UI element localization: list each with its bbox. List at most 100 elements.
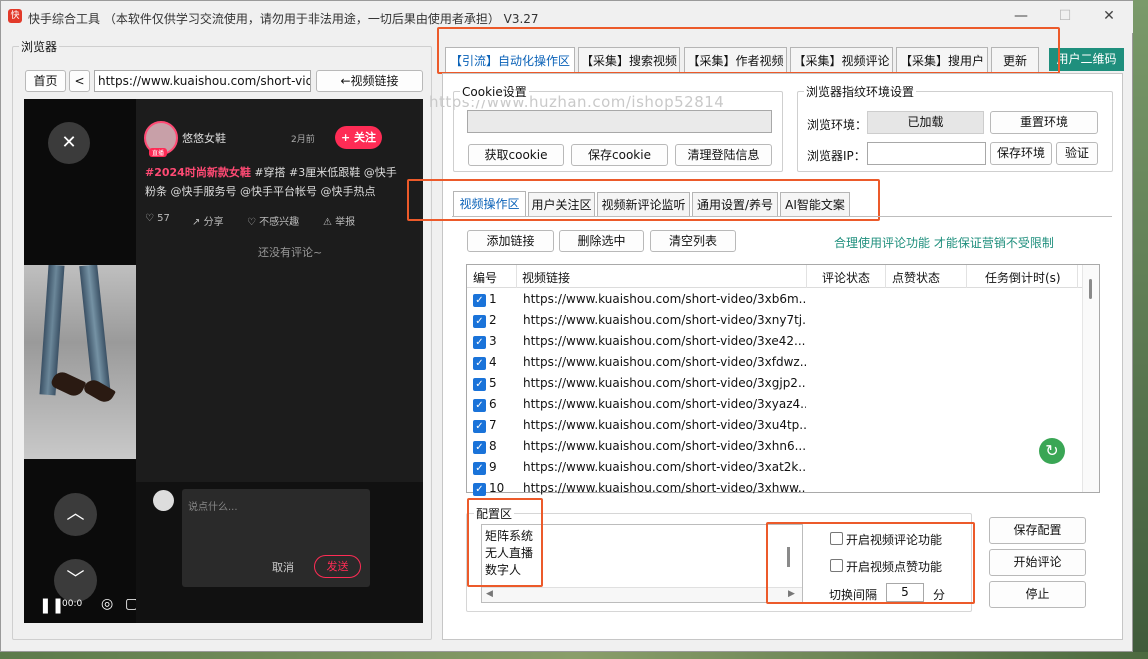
table-row[interactable]: ✓ 1 https://www.kuaishou.com/short-video/3…	[468, 289, 1083, 310]
video-description: #2024时尚新款女鞋 #穿搭 #3厘米低跟鞋 @快手粉条 @快手服务号 @快手…	[145, 163, 405, 201]
table-row[interactable]: ✓ 7 https://www.kuaishou.com/short-video/3…	[468, 415, 1083, 436]
back-button[interactable]: <	[69, 70, 90, 92]
like-count[interactable]: ♡ 57	[145, 213, 170, 224]
col-like-status[interactable]: 点赞状态	[892, 269, 940, 286]
col-id[interactable]: 编号	[473, 269, 497, 286]
browser-view[interactable]: ✕ ︿ ﹀ ❚❚ 00:0 ◎ ▢ › 直播 悠悠女鞋 2月前 + 关注 #20…	[24, 99, 423, 623]
close-video-icon[interactable]: ✕	[48, 122, 90, 164]
row-checkbox[interactable]: ✓	[473, 356, 486, 370]
table-scrollbar[interactable]	[1082, 265, 1099, 492]
comment-area: 说点什么... 取消 发送	[136, 482, 423, 623]
table-row[interactable]: ✓ 10 https://www.kuaishou.com/short-video/…	[468, 478, 1083, 499]
row-checkbox[interactable]: ✓	[473, 398, 486, 412]
row-url: https://www.kuaishou.com/short-video/3xb…	[523, 292, 806, 306]
check-icon: ✓	[473, 483, 486, 496]
table-row[interactable]: ✓ 9 https://www.kuaishou.com/short-video/3…	[468, 457, 1083, 478]
row-url: https://www.kuaishou.com/short-video/3xh…	[523, 439, 806, 453]
env-status: 已加载	[867, 111, 984, 134]
video-link-button[interactable]: ←视频链接	[316, 70, 423, 92]
share-action[interactable]: ↗ 分享	[192, 213, 224, 228]
clear-login-button[interactable]: 清理登陆信息	[675, 144, 772, 166]
start-comment-button[interactable]: 开始评论	[989, 549, 1086, 576]
highlight-top-tabs	[437, 27, 1060, 74]
description-tag[interactable]: #2024时尚新款女鞋	[145, 166, 251, 179]
row-checkbox[interactable]: ✓	[473, 440, 486, 454]
pause-icon[interactable]: ❚❚	[39, 596, 64, 614]
minimize-icon[interactable]: —	[1012, 7, 1030, 25]
check-icon: ✓	[473, 420, 486, 433]
share-icon: ↗	[192, 217, 201, 228]
save-config-button[interactable]: 保存配置	[989, 517, 1086, 544]
check-icon: ✓	[473, 294, 486, 307]
table-row[interactable]: ✓ 3 https://www.kuaishou.com/short-video/3…	[468, 331, 1083, 352]
verify-button[interactable]: 验证	[1056, 142, 1098, 165]
row-url: https://www.kuaishou.com/short-video/3xf…	[523, 355, 806, 369]
cookie-input[interactable]	[467, 110, 772, 133]
clear-list-button[interactable]: 清空列表	[650, 230, 736, 252]
row-checkbox[interactable]: ✓	[473, 419, 486, 433]
row-id: 3	[489, 334, 497, 348]
add-link-button[interactable]: 添加链接	[467, 230, 554, 252]
fingerprint-group-title: 浏览器指纹环境设置	[804, 83, 917, 100]
home-button[interactable]: 首页	[25, 70, 66, 92]
prev-video-icon[interactable]: ︿	[54, 493, 97, 536]
dislike-action[interactable]: ♡ 不感兴趣	[247, 213, 299, 228]
check-icon: ✓	[473, 336, 486, 349]
broken-heart-icon: ♡	[247, 217, 256, 228]
app-icon: 快	[8, 9, 22, 23]
table-scrollbar-thumb[interactable]	[1089, 279, 1092, 299]
row-url: https://www.kuaishou.com/short-video/3xy…	[523, 397, 806, 411]
warning-icon: ⚠	[323, 217, 332, 228]
row-checkbox[interactable]: ✓	[473, 314, 486, 328]
qr-code-button[interactable]: 用户二维码	[1049, 48, 1124, 71]
table-row[interactable]: ✓ 4 https://www.kuaishou.com/short-video/3…	[468, 352, 1083, 373]
report-action[interactable]: ⚠ 举报	[323, 213, 355, 228]
maximize-icon[interactable]: ☐	[1056, 7, 1074, 25]
close-icon[interactable]: ✕	[1100, 7, 1118, 25]
highlight-toggles	[766, 522, 975, 604]
save-env-button[interactable]: 保存环境	[990, 142, 1052, 165]
delete-selected-button[interactable]: 删除选中	[559, 230, 644, 252]
highlight-sub-tabs	[407, 179, 880, 221]
row-id: 4	[489, 355, 497, 369]
cancel-comment-button[interactable]: 取消	[272, 559, 294, 575]
heart-icon: ♡	[145, 213, 154, 224]
table-row[interactable]: ✓ 8 https://www.kuaishou.com/short-video/3…	[468, 436, 1083, 457]
config-hscrollbar[interactable]: ◀ ▶	[482, 587, 802, 602]
author-name[interactable]: 悠悠女鞋	[182, 130, 226, 146]
col-comment-status[interactable]: 评论状态	[822, 269, 870, 286]
scroll-left-icon[interactable]: ◀	[486, 589, 493, 599]
row-url: https://www.kuaishou.com/short-video/3xh…	[523, 481, 806, 495]
url-input[interactable]: https://www.kuaishou.com/short-vide	[94, 70, 311, 92]
send-comment-button[interactable]: 发送	[314, 555, 361, 578]
env-label: 浏览环境：	[807, 118, 868, 132]
check-icon: ✓	[473, 357, 486, 370]
stop-button[interactable]: 停止	[989, 581, 1086, 608]
row-id: 1	[489, 292, 497, 306]
row-url: https://www.kuaishou.com/short-video/3xa…	[523, 460, 806, 474]
desktop-background	[1133, 0, 1148, 659]
table-row[interactable]: ✓ 5 https://www.kuaishou.com/short-video/3…	[468, 373, 1083, 394]
save-cookie-button[interactable]: 保存cookie	[571, 144, 668, 166]
post-time: 2月前	[291, 135, 315, 145]
check-icon: ✓	[473, 315, 486, 328]
reset-env-button[interactable]: 重置环境	[990, 111, 1098, 134]
col-countdown[interactable]: 任务倒计时(s)	[985, 269, 1061, 286]
highlight-config-title	[467, 498, 543, 587]
col-url[interactable]: 视频链接	[522, 269, 570, 286]
row-checkbox[interactable]: ✓	[473, 293, 486, 307]
row-checkbox[interactable]: ✓	[473, 335, 486, 349]
row-checkbox[interactable]: ✓	[473, 377, 486, 391]
time-code: 00:0	[62, 599, 83, 609]
ip-label: 浏览器IP：	[807, 149, 866, 163]
row-checkbox[interactable]: ✓	[473, 482, 486, 496]
get-cookie-button[interactable]: 获取cookie	[468, 144, 564, 166]
follow-button[interactable]: + 关注	[335, 126, 382, 149]
table-row[interactable]: ✓ 6 https://www.kuaishou.com/short-video/3…	[468, 394, 1083, 415]
row-checkbox[interactable]: ✓	[473, 461, 486, 475]
video-area[interactable]: ✕ ︿ ﹀ ❚❚ 00:0 ◎ ▢	[24, 99, 138, 623]
ip-input[interactable]	[867, 142, 986, 165]
settings-circle-icon[interactable]: ◎	[101, 596, 113, 612]
comment-input[interactable]: 说点什么... 取消 发送	[182, 489, 370, 587]
table-row[interactable]: ✓ 2 https://www.kuaishou.com/short-video/3…	[468, 310, 1083, 331]
